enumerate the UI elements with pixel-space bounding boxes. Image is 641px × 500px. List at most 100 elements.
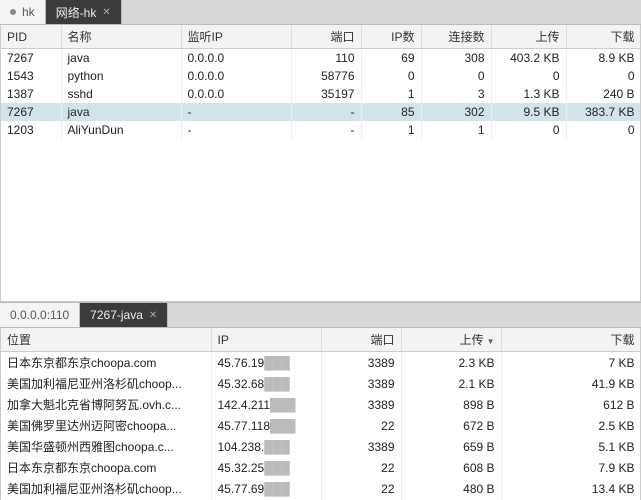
cell: 7267 (1, 49, 61, 68)
cell: 日本东京都东京choopa.com (1, 352, 211, 374)
cell: 480 B (401, 478, 501, 499)
ip-prefix: 45.77.118 (218, 419, 271, 433)
cell: 240 B (566, 85, 641, 103)
cell: 3389 (321, 352, 401, 374)
process-col-4[interactable]: IP数 (361, 25, 421, 49)
cell: 45.32.25███ (211, 457, 321, 478)
cell: 110 (291, 49, 361, 68)
table-row[interactable]: 7267java--853029.5 KB383.7 KB (1, 103, 641, 121)
cell: - (181, 103, 291, 121)
process-col-3[interactable]: 端口 (291, 25, 361, 49)
process-col-6[interactable]: 上传 (491, 25, 566, 49)
cell: 1 (421, 121, 491, 139)
bottom-tab-0[interactable]: 0.0.0.0:110 (0, 303, 80, 327)
process-col-7[interactable]: 下载 (566, 25, 641, 49)
table-row[interactable]: 美国加利福尼亚州洛杉矶choop...45.77.69███22480 B13.… (1, 478, 641, 499)
ip-prefix: 104.238. (218, 440, 265, 454)
table-row[interactable]: 7267java0.0.0.011069308403.2 KB8.9 KB (1, 49, 641, 68)
cell: 608 B (401, 457, 501, 478)
ip-prefix: 45.76.19 (218, 356, 265, 370)
table-row[interactable]: 美国加利福尼亚州洛杉矶choop...45.32.68███33892.1 KB… (1, 373, 641, 394)
cell: 1543 (1, 67, 61, 85)
cell: 1 (361, 121, 421, 139)
ip-redacted: ███ (264, 356, 290, 370)
bottom-tabbar: 0.0.0.0:110 7267-java✕ (0, 302, 641, 328)
process-table-header-row: PID名称监听IP端口IP数连接数上传下载 (1, 25, 641, 49)
tab-label: 网络-hk (56, 4, 97, 21)
cell: 104.238.███ (211, 436, 321, 457)
ip-redacted: ███ (264, 377, 290, 391)
cell: 1387 (1, 85, 61, 103)
cell: 美国加利福尼亚州洛杉矶choop... (1, 373, 211, 394)
ip-redacted: ███ (264, 482, 290, 496)
cell: 0.0.0.0 (181, 85, 291, 103)
ip-prefix: 142.4.211 (218, 398, 271, 412)
cell: 142.4.211███ (211, 394, 321, 415)
cell: - (291, 121, 361, 139)
cell: 0.0.0.0 (181, 49, 291, 68)
cell: 41.9 KB (501, 373, 641, 394)
connection-col-4[interactable]: 下载 (501, 328, 641, 352)
tab-label: 0.0.0.0:110 (10, 308, 69, 322)
close-icon[interactable]: ✕ (149, 310, 157, 321)
connection-col-2[interactable]: 端口 (321, 328, 401, 352)
process-col-0[interactable]: PID (1, 25, 61, 49)
process-table: PID名称监听IP端口IP数连接数上传下载 7267java0.0.0.0110… (1, 25, 641, 139)
table-row[interactable]: 1387sshd0.0.0.035197131.3 KB240 B (1, 85, 641, 103)
connection-panel: 位置IP端口上传▼下载 日本东京都东京choopa.com45.76.19███… (0, 328, 641, 500)
cell: 898 B (401, 394, 501, 415)
tab-status-dot (10, 9, 16, 15)
cell: 日本东京都东京choopa.com (1, 457, 211, 478)
sort-indicator-icon: ▼ (487, 337, 495, 346)
ip-redacted: ███ (270, 419, 296, 433)
table-row[interactable]: 1203AliYunDun--1100 (1, 121, 641, 139)
cell: 加拿大魁北克省博阿努瓦.ovh.c... (1, 394, 211, 415)
connection-col-1[interactable]: IP (211, 328, 321, 352)
cell: 45.77.69███ (211, 478, 321, 499)
ip-redacted: ███ (270, 398, 296, 412)
table-row[interactable]: 美国华盛顿州西雅图choopa.c...104.238.███3389659 B… (1, 436, 641, 457)
table-row[interactable]: 美国佛罗里达州迈阿密choopa...45.77.118███22672 B2.… (1, 415, 641, 436)
cell: java (61, 49, 181, 68)
cell: 22 (321, 478, 401, 499)
connection-col-0[interactable]: 位置 (1, 328, 211, 352)
cell: 0 (491, 121, 566, 139)
connection-table-header-row: 位置IP端口上传▼下载 (1, 328, 641, 352)
cell: 383.7 KB (566, 103, 641, 121)
cell: 659 B (401, 436, 501, 457)
process-col-2[interactable]: 监听IP (181, 25, 291, 49)
cell: 3389 (321, 436, 401, 457)
cell: 302 (421, 103, 491, 121)
table-row[interactable]: 日本东京都东京choopa.com45.76.19███33892.3 KB7 … (1, 352, 641, 374)
cell: 1.3 KB (491, 85, 566, 103)
cell: 45.77.118███ (211, 415, 321, 436)
process-col-1[interactable]: 名称 (61, 25, 181, 49)
cell: 美国华盛顿州西雅图choopa.c... (1, 436, 211, 457)
process-col-5[interactable]: 连接数 (421, 25, 491, 49)
cell: 0 (566, 121, 641, 139)
cell: 2.1 KB (401, 373, 501, 394)
cell: 22 (321, 415, 401, 436)
process-panel: PID名称监听IP端口IP数连接数上传下载 7267java0.0.0.0110… (0, 25, 641, 302)
cell: 3389 (321, 373, 401, 394)
top-tab-0[interactable]: hk (0, 0, 46, 24)
bottom-tab-1[interactable]: 7267-java✕ (80, 303, 168, 327)
cell: - (291, 103, 361, 121)
table-row[interactable]: 1543python0.0.0.0587760000 (1, 67, 641, 85)
connection-table: 位置IP端口上传▼下载 日本东京都东京choopa.com45.76.19███… (1, 328, 641, 500)
cell: 3 (421, 85, 491, 103)
cell: 2.3 KB (401, 352, 501, 374)
cell: 13.4 KB (501, 478, 641, 499)
top-tab-1[interactable]: 网络-hk ✕ (46, 0, 122, 24)
close-icon[interactable]: ✕ (102, 7, 110, 18)
cell: 5.1 KB (501, 436, 641, 457)
connection-col-3[interactable]: 上传▼ (401, 328, 501, 352)
ip-prefix: 45.77.69 (218, 482, 265, 496)
table-row[interactable]: 加拿大魁北克省博阿努瓦.ovh.c...142.4.211███3389898 … (1, 394, 641, 415)
cell: java (61, 103, 181, 121)
cell: 69 (361, 49, 421, 68)
table-row[interactable]: 日本东京都东京choopa.com45.32.25███22608 B7.9 K… (1, 457, 641, 478)
cell: 0 (421, 67, 491, 85)
cell: AliYunDun (61, 121, 181, 139)
ip-prefix: 45.32.25 (218, 461, 265, 475)
